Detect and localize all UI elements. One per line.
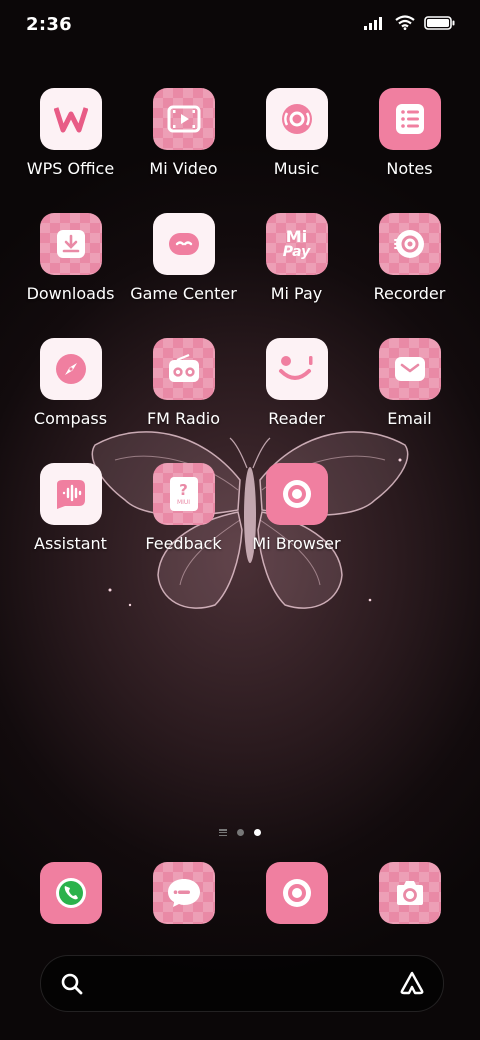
signal-icon — [364, 16, 382, 30]
app-label: Game Center — [130, 284, 237, 303]
wps-office-icon — [39, 88, 102, 150]
app-label: Assistant — [34, 534, 107, 553]
app-mi-pay[interactable]: Mi Pay Mi Pay — [240, 213, 353, 303]
page-dot-active — [254, 829, 261, 836]
app-downloads[interactable]: Downloads — [14, 213, 127, 303]
app-mi-browser[interactable]: Mi Browser — [240, 463, 353, 553]
messages-icon — [152, 862, 215, 924]
phone-icon — [39, 862, 102, 924]
app-label: Compass — [33, 409, 108, 428]
search-icon[interactable] — [61, 973, 83, 995]
mi-pay-glyph-bottom: Pay — [282, 244, 311, 260]
page-list-icon — [219, 829, 227, 836]
app-email[interactable]: Email — [353, 338, 466, 428]
app-label: Mi Video — [149, 159, 218, 178]
camera-icon — [378, 862, 441, 924]
app-label: Mi Pay — [270, 284, 323, 303]
app-label: Reader — [268, 409, 325, 428]
dock-browser[interactable] — [240, 862, 353, 924]
downloads-icon — [39, 213, 102, 275]
app-label: FM Radio — [146, 409, 221, 428]
dock-messages[interactable] — [127, 862, 240, 924]
mi-video-icon — [152, 88, 215, 150]
app-label: Notes — [386, 159, 433, 178]
app-label: Email — [387, 409, 432, 428]
app-fm-radio[interactable]: FM Radio — [127, 338, 240, 428]
dock-phone[interactable] — [14, 862, 127, 924]
app-label: Recorder — [373, 284, 446, 303]
music-icon — [265, 88, 328, 150]
app-label: WPS Office — [26, 159, 115, 178]
reader-icon — [265, 338, 328, 400]
app-assistant[interactable]: Assistant — [14, 463, 127, 553]
app-compass[interactable]: Compass — [14, 338, 127, 428]
app-game-center[interactable]: Game Center — [127, 213, 240, 303]
status-icons — [364, 15, 456, 30]
page-indicator[interactable] — [0, 829, 480, 836]
mi-pay-icon: Mi Pay — [265, 213, 328, 275]
search-bar[interactable] — [40, 955, 444, 1012]
feedback-glyph-bottom: MIUI — [176, 498, 191, 506]
app-wps-office[interactable]: WPS Office — [14, 88, 127, 178]
app-notes[interactable]: Notes — [353, 88, 466, 178]
recorder-icon — [378, 213, 441, 275]
game-center-icon — [152, 213, 215, 275]
notes-icon — [378, 88, 441, 150]
dock-camera[interactable] — [353, 862, 466, 924]
app-recorder[interactable]: Recorder — [353, 213, 466, 303]
feedback-glyph-top: ? — [179, 480, 188, 499]
fm-radio-icon — [152, 338, 215, 400]
browser-icon — [265, 862, 328, 924]
status-time: 2:36 — [26, 14, 72, 35]
assistant-voice-icon[interactable] — [399, 971, 425, 995]
battery-icon — [424, 15, 455, 30]
page-dot — [237, 829, 244, 836]
app-label: Downloads — [26, 284, 115, 303]
app-mi-video[interactable]: Mi Video — [127, 88, 240, 178]
app-label: Music — [273, 159, 320, 178]
app-music[interactable]: Music — [240, 88, 353, 178]
app-label: Feedback — [145, 534, 222, 553]
mi-browser-icon — [265, 463, 328, 525]
assistant-icon — [39, 463, 102, 525]
app-feedback[interactable]: ? MIUI Feedback — [127, 463, 240, 553]
mi-pay-glyph-top: Mi — [285, 227, 308, 246]
email-icon — [378, 338, 441, 400]
feedback-icon: ? MIUI — [152, 463, 215, 525]
status-bar: 2:36 — [0, 0, 480, 52]
wifi-icon — [395, 15, 415, 30]
app-label: Mi Browser — [252, 534, 341, 553]
app-reader[interactable]: Reader — [240, 338, 353, 428]
compass-icon — [39, 338, 102, 400]
